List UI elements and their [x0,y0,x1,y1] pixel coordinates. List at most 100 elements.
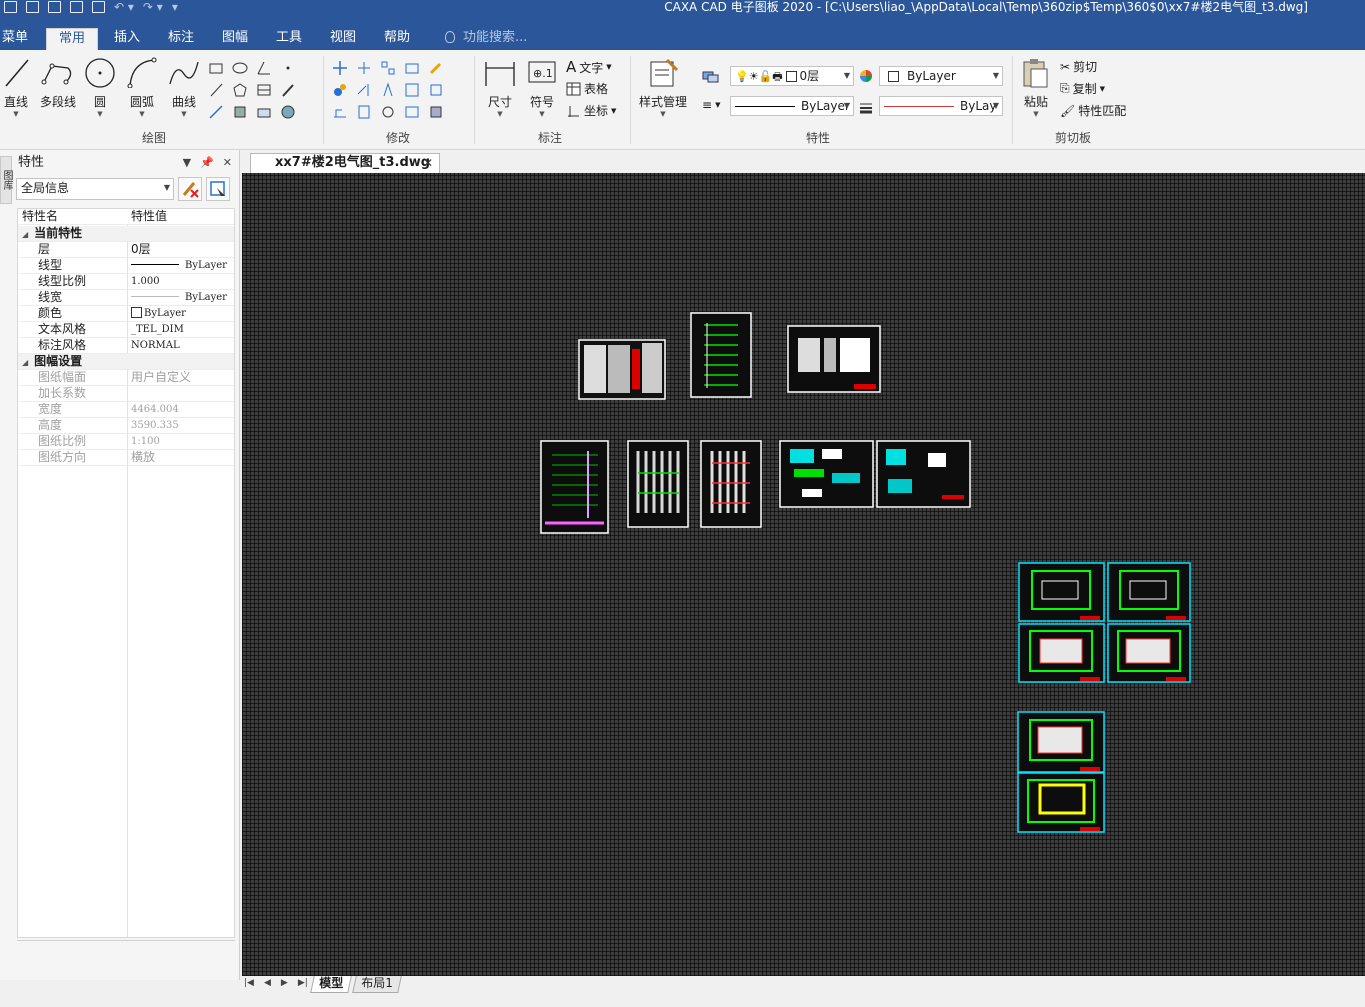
lineweight-icon[interactable] [858,100,874,114]
collapse-icon[interactable]: ◢ [22,358,28,367]
property-row-width[interactable]: 宽度 4464.004 [18,402,234,418]
scale-icon[interactable] [404,60,421,76]
linetype-scale-button[interactable]: ≡ ▼ [702,98,720,112]
sheet-legend[interactable] [787,325,881,393]
region-icon[interactable] [280,104,297,120]
sheet-riser-3[interactable] [700,440,762,528]
pen-icon[interactable] [280,82,297,98]
explode-icon[interactable] [356,104,373,120]
trim-icon[interactable] [356,60,373,76]
table-grid-icon[interactable] [256,82,273,98]
document-tab[interactable]: xx7#楼2电气图_t3.dwg ✕ [250,153,440,173]
category-sheet[interactable]: ◢ 图幅设置 [18,354,234,370]
cut-button[interactable]: ✂ 剪切 [1060,58,1097,75]
rotate-icon[interactable] [380,104,397,120]
offset-icon[interactable] [404,82,421,98]
curve-button[interactable]: 曲线 ▼ [166,56,202,118]
text-button[interactable]: A 文字 ▼ [566,58,612,76]
block-icon[interactable] [232,104,249,120]
tab-model[interactable]: 模型 [310,976,352,993]
sheet-plan-5[interactable] [1017,711,1105,773]
pin-icon[interactable]: 📌 [200,154,214,172]
sheet-plan-3[interactable] [1018,623,1105,683]
style-manager-button[interactable]: 样式管理 ▼ [636,56,690,118]
close-icon[interactable]: ✕ [223,154,232,172]
dimension-button[interactable]: 尺寸 ▼ [482,56,518,118]
print-icon[interactable] [92,1,105,13]
collapse-icon[interactable]: ◢ [22,230,28,239]
sheet-riser-1[interactable] [540,440,609,534]
sheet-plan-1[interactable] [1018,562,1105,622]
panel-menu-icon[interactable]: ▼ [183,154,191,172]
extend-icon[interactable] [356,82,373,98]
prev-tab-icon[interactable]: ◀ [264,978,271,988]
sheet-riser-2[interactable] [627,440,689,528]
color-wheel-icon[interactable] [858,68,874,84]
property-row-scale[interactable]: 图纸比例 1:100 [18,434,234,450]
property-row-layer[interactable]: 层 0层 [18,242,234,258]
library-side-tab[interactable]: 图库 [0,156,12,204]
tab-insert[interactable]: 插入 [114,28,140,50]
tab-tools[interactable]: 工具 [276,28,302,50]
chamfer-icon[interactable] [404,104,421,120]
sheet-distribution-2[interactable] [876,440,971,508]
polyline-button[interactable]: 多段线 [38,56,78,110]
property-row-linetype[interactable]: 线型 ByLayer [18,258,234,274]
property-row-orientation[interactable]: 图纸方向 横放 [18,450,234,466]
hatch-icon[interactable] [208,82,225,98]
move-icon[interactable] [332,60,349,76]
lineweight-select[interactable]: ByLay ▼ [879,96,1003,116]
point-icon[interactable] [280,60,297,76]
sheet-plan-6[interactable] [1017,772,1105,833]
construction-line-icon[interactable] [208,104,225,120]
symbol-button[interactable]: ⊕.1 符号 ▼ [524,56,560,118]
linetype-select[interactable]: ByLayer ▼ [730,96,854,116]
tab-view[interactable]: 视图 [330,28,356,50]
property-row-height[interactable]: 高度 3590.335 [18,418,234,434]
mirror-icon[interactable] [380,82,397,98]
clear-selection-button[interactable] [178,177,202,201]
tab-annotate[interactable]: 标注 [168,28,194,50]
sheet-plan-2[interactable] [1107,562,1191,622]
table-button[interactable]: 表格 [566,80,608,97]
property-row-lineweight[interactable]: 线宽 ByLayer [18,290,234,306]
feature-search[interactable]: 功能搜索... [445,28,527,50]
sheet-system-1[interactable] [690,312,752,398]
scope-select[interactable]: 全局信息 ▼ [16,178,174,200]
property-row-extension[interactable]: 加长系数 [18,386,234,402]
paste-button[interactable]: 粘贴 ▼ [1018,56,1054,118]
sheet-cover[interactable] [578,339,666,400]
property-row-color[interactable]: 颜色 ByLayer [18,306,234,322]
copy-object-icon[interactable] [332,82,349,98]
tab-menu[interactable]: 菜单 [2,28,28,50]
property-row-dim-style[interactable]: 标注风格 NORMAL [18,338,234,354]
stretch-icon[interactable] [332,104,349,120]
close-icon[interactable]: ✕ [423,154,433,172]
new-file-icon[interactable] [4,1,17,13]
array-icon[interactable] [380,60,397,76]
rectangle-icon[interactable] [208,60,225,76]
open-file-icon[interactable] [26,1,39,13]
undo-icon[interactable]: ↶ ▾ [114,1,134,13]
drawing-canvas[interactable] [242,173,1365,976]
save-as-icon[interactable] [70,1,83,13]
property-row-text-style[interactable]: 文本风格 _TEL_DIM [18,322,234,338]
insert-block-icon[interactable] [256,104,273,120]
category-current[interactable]: ◢ 当前特性 [18,226,234,242]
brush-icon[interactable] [428,60,445,76]
line-button[interactable]: 直线 ▼ [2,56,30,118]
tab-sheet[interactable]: 图幅 [222,28,248,50]
tab-layout1[interactable]: 布局1 [352,976,402,993]
circle-button[interactable]: 圆 ▼ [84,56,116,118]
redo-icon[interactable]: ↷ ▾ [143,1,163,13]
fillet-icon[interactable] [428,82,445,98]
next-tab-icon[interactable]: ▶ [281,978,288,988]
first-tab-icon[interactable]: |◀ [244,978,254,988]
align-icon[interactable] [428,104,445,120]
tab-common[interactable]: 常用 [46,28,99,50]
sheet-plan-4[interactable] [1107,623,1191,683]
layer-select[interactable]: 💡☀🔓🖶 0层 ▼ [730,66,854,86]
sheet-distribution-1[interactable] [779,440,874,508]
arc-button[interactable]: 圆弧 ▼ [124,56,160,118]
tab-help[interactable]: 帮助 [384,28,410,50]
